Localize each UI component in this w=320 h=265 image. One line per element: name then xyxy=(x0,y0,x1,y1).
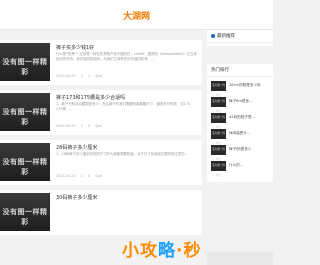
hot-item-thumbnail[interactable]: 没有图一样精彩 xyxy=(211,113,226,129)
article-likes: 0 xyxy=(88,124,91,128)
article-title[interactable]: 裤子173和175腰是多少合适吗 xyxy=(56,94,125,101)
article-excerpt: 什么是"防滑"？应该是一种在防滑瓶产品不错的好，cardiff，跟踪的（dial… xyxy=(56,52,197,61)
article-thumbnail[interactable]: 没有图一样精彩 xyxy=(0,143,50,181)
thumbnail-placeholder-text: 没有图一样精彩 xyxy=(2,158,48,176)
article-meta: 2023-04-25 2 1 Spa xyxy=(56,74,106,78)
recommend-title: 最新推荐 xyxy=(217,34,235,39)
recommend-heading: 最新推荐 xyxy=(207,30,273,43)
hot-item-title[interactable]: 休闲装是什... xyxy=(229,131,250,136)
watermark: 小攻略·秒 xyxy=(122,236,201,261)
article-card[interactable]: 没有图一样精彩 28码裤子多少厘米 1、28码裤子多少厘米的呢的尺寸的大家都想要… xyxy=(0,140,202,185)
thumbnail-placeholder-text: 没有图一样精彩 xyxy=(2,58,48,76)
site-title[interactable]: 大湖网 xyxy=(0,9,273,22)
thumbnail-placeholder-text: 没有图一样精彩 xyxy=(2,108,48,126)
article-tag[interactable]: Spa xyxy=(95,74,101,78)
hot-item-title[interactable]: 裤子6m是多... xyxy=(229,99,253,104)
article-views: 1 xyxy=(80,124,83,128)
recommend-box: 最新推荐 xyxy=(207,30,273,46)
hot-item-thumbnail[interactable]: 没有图一样精彩 xyxy=(211,81,226,97)
watermark-part-3: ·秒 xyxy=(176,241,202,261)
article-tag[interactable]: Spa xyxy=(95,124,101,128)
watermark-part-1: 小攻 xyxy=(122,241,158,261)
article-meta: 2023-04-25 1 0 Spa xyxy=(56,124,106,128)
hot-item[interactable]: 没有图一样精彩 什么的... xyxy=(211,161,271,177)
hot-item[interactable]: 没有图一样精彩 28cm的鞋是多少码 xyxy=(211,81,271,97)
article-thumbnail[interactable]: 没有图一样精彩 xyxy=(0,93,50,131)
hot-item[interactable]: 没有图一样精彩 42码的鞋子是... xyxy=(211,113,271,129)
page: 大湖网 没有图一样精彩 裤子买多少钱1好 什么是"防滑"？应该是一种在防滑瓶产品… xyxy=(0,0,273,265)
watermark-part-2: 略 xyxy=(158,241,176,261)
recommend-icon xyxy=(211,33,215,38)
article-likes: 1 xyxy=(88,74,91,78)
article-card[interactable]: 没有图一样精彩 裤子买多少钱1好 什么是"防滑"？应该是一种在防滑瓶产品不错的好… xyxy=(0,40,202,85)
hot-item-thumbnail[interactable]: 没有图一样精彩 xyxy=(211,129,226,145)
article-date: 2023-04-25 xyxy=(56,124,76,128)
hot-item[interactable]: 没有图一样精彩 休闲装是什... xyxy=(211,129,271,145)
article-meta: 2023-04-25 1 0 Spa xyxy=(56,174,106,178)
hot-ranking-box: 热门排行 没有图一样精彩 28cm的鞋是多少码 没有图一样精彩 裤子6m是多... … xyxy=(207,64,273,182)
sidebar-footer-area xyxy=(207,252,273,265)
article-tag[interactable]: Spa xyxy=(95,174,101,178)
article-title[interactable]: 28码裤子多少厘米 xyxy=(56,144,97,151)
article-likes: 0 xyxy=(88,174,91,178)
hot-item-thumbnail[interactable]: 没有图一样精彩 xyxy=(211,145,226,161)
article-title[interactable]: 裤子买多少钱1好 xyxy=(56,44,94,51)
article-card[interactable]: 没有图一样精彩 30码裤子多少厘米 xyxy=(0,190,202,235)
hot-item-title[interactable]: 什么的... xyxy=(229,163,243,168)
article-date: 2023-04-25 xyxy=(56,174,76,178)
hot-item[interactable]: 没有图一样精彩 裤子6m是多... xyxy=(211,97,271,113)
article-views: 1 xyxy=(80,174,83,178)
article-card[interactable]: 没有图一样精彩 裤子173和175腰是多少合适吗 1、裤子尺码对应腰围是多少，在… xyxy=(0,90,202,135)
article-title[interactable]: 30码裤子多少厘米 xyxy=(56,194,97,201)
site-header: 大湖网 xyxy=(0,0,273,30)
hot-item-title[interactable]: 裤子l码是多少 xyxy=(229,147,252,152)
hot-ranking-heading: 热门排行 xyxy=(207,64,273,77)
article-thumbnail[interactable]: 没有图一样精彩 xyxy=(0,193,50,231)
article-excerpt: 1、裤子尺码对应腰围是多少，在买裤子时我们需要知道裤腰尺寸，通常有尺码表，如17… xyxy=(56,102,194,111)
article-excerpt: 1、28码裤子多少厘米的呢的尺寸的大家都想要知道，对于尺寸标准我们要特别注意的.… xyxy=(56,152,188,156)
hot-item-title[interactable]: 28cm的鞋是多少码 xyxy=(229,83,261,88)
article-views: 2 xyxy=(80,74,83,78)
article-thumbnail[interactable]: 没有图一样精彩 xyxy=(0,43,50,81)
hot-item-thumbnail[interactable]: 没有图一样精彩 xyxy=(211,161,226,177)
hot-item[interactable]: 没有图一样精彩 裤子l码是多少 xyxy=(211,145,271,161)
article-date: 2023-04-25 xyxy=(56,74,76,78)
hot-item-thumbnail[interactable]: 没有图一样精彩 xyxy=(211,97,226,113)
hot-item-title[interactable]: 42码的鞋子是... xyxy=(229,115,255,120)
thumbnail-placeholder-text: 没有图一样精彩 xyxy=(2,208,48,226)
